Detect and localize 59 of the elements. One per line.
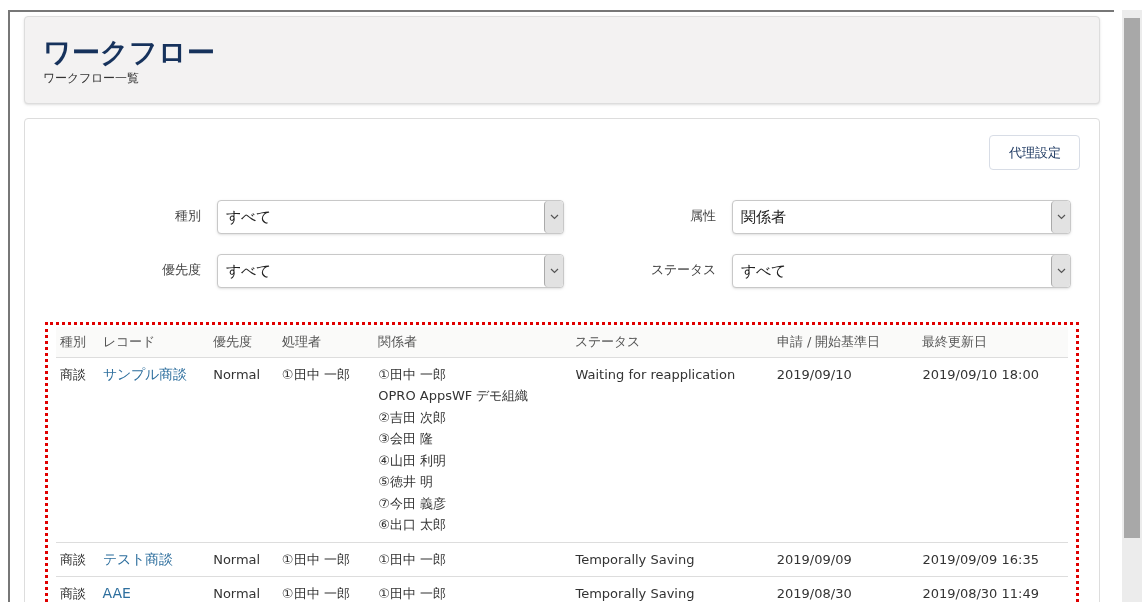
related-person: ③会田 隆: [378, 430, 435, 448]
filter-label: 優先度: [161, 261, 201, 279]
chevron-down-icon: [1051, 255, 1070, 287]
record-link[interactable]: テスト商談: [102, 550, 173, 567]
table-cell: 商談: [56, 542, 99, 577]
related-person: ⑥出口 太郎: [378, 516, 448, 534]
column-header: 優先度: [209, 327, 278, 357]
proxy-settings-button[interactable]: 代理設定: [989, 135, 1080, 170]
column-header: 申請 / 開始基準日: [772, 327, 919, 357]
table-cell: ①田中 一郎: [277, 576, 375, 602]
dropdown-value: すべて: [226, 206, 271, 228]
filter-label: ステータス: [650, 261, 716, 279]
dropdown[interactable]: すべて: [217, 254, 564, 288]
column-header: 最終更新日: [918, 327, 1068, 357]
table-cell: ①田中 一郎: [277, 357, 375, 542]
dropdown[interactable]: すべて: [217, 200, 564, 234]
filter-label: 属性: [689, 207, 716, 225]
table-cell: Normal: [209, 542, 278, 577]
related-person: OPRO AppsWF デモ組織: [378, 387, 530, 405]
related-person: ①田中 一郎: [378, 585, 448, 602]
table-cell: Waiting for reapplication: [571, 357, 773, 542]
table-cell: 商談: [56, 357, 99, 542]
chevron-down-icon: [544, 255, 563, 287]
column-header: 処理者: [277, 327, 375, 357]
record-link[interactable]: AAE: [102, 585, 131, 601]
table-cell: 2019/09/10 18:00: [918, 357, 1068, 542]
table-cell: Temporally Saving: [571, 576, 773, 602]
table-cell: Normal: [209, 576, 278, 602]
related-person: ⑦今田 義彦: [378, 494, 448, 513]
table-cell: Temporally Saving: [571, 542, 773, 577]
table-cell: 2019/09/09: [772, 542, 919, 577]
table-cell: 2019/08/30 11:49: [918, 576, 1068, 602]
chevron-down-icon: [544, 201, 563, 233]
scrollbar[interactable]: [1122, 10, 1142, 602]
table-cell: ①田中 一郎: [277, 542, 375, 577]
dropdown-value: 関係者: [741, 206, 786, 228]
table-cell: 2019/09/10: [772, 357, 919, 542]
related-person: ④山田 利明: [378, 451, 448, 470]
page-title: ワークフロー: [43, 37, 216, 69]
related-person: ②吉田 次郎: [378, 408, 448, 427]
table-cell: 2019/09/09 16:35: [918, 542, 1068, 577]
table-cell: 商談: [56, 576, 99, 602]
table-cell: Normal: [209, 357, 278, 542]
column-header: 種別: [56, 327, 99, 357]
column-header: レコード: [98, 327, 210, 357]
page-subtitle: ワークフロー一覧: [43, 70, 140, 87]
dropdown-value: すべて: [226, 260, 271, 282]
column-header: 関係者: [374, 327, 572, 357]
filter-label: 種別: [174, 207, 201, 225]
dropdown[interactable]: 関係者: [732, 200, 1071, 234]
related-person: ①田中 一郎: [378, 365, 448, 384]
related-person: ①田中 一郎: [378, 550, 448, 569]
column-header: ステータス: [571, 327, 773, 357]
dropdown[interactable]: すべて: [732, 254, 1071, 288]
table-cell: 2019/08/30: [772, 576, 919, 602]
record-link[interactable]: サンプル商談: [102, 365, 187, 382]
chevron-down-icon: [1051, 201, 1070, 233]
related-person: ⑤徳井 明: [378, 473, 435, 491]
dropdown-value: すべて: [741, 260, 786, 282]
